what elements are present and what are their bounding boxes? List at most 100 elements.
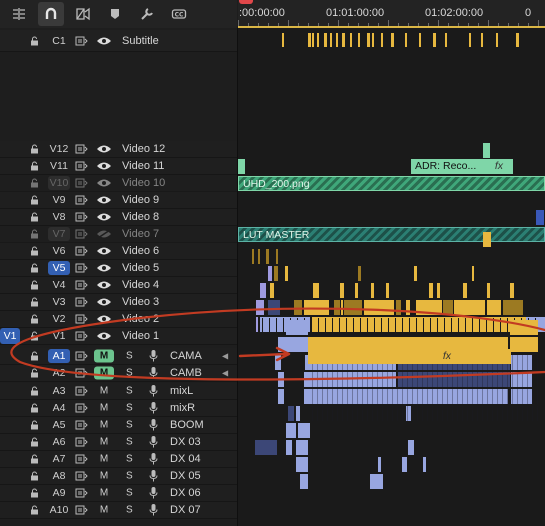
eye-off-icon[interactable] [96,229,112,239]
lock-icon[interactable] [29,331,40,342]
subtitle-clip[interactable] [445,33,447,47]
sync-lock-icon[interactable] [75,212,88,222]
track-name[interactable]: C1 [48,34,70,48]
lock-icon[interactable] [29,351,40,362]
lock-icon[interactable] [29,297,40,308]
audio-clip[interactable] [510,320,538,335]
eye-icon[interactable] [96,246,112,256]
track-name[interactable]: V11 [48,159,70,173]
track-name[interactable]: V1 [48,329,70,343]
video-clip[interactable] [294,300,302,315]
audio-clip[interactable] [402,457,407,472]
video-clip[interactable] [266,249,269,264]
video-clip[interactable] [313,283,319,298]
lock-icon[interactable] [29,437,40,448]
microphone-icon[interactable] [149,453,158,466]
video-clip[interactable] [268,266,272,281]
source-patch-v1[interactable]: V1 [0,328,20,344]
track-name[interactable]: A4 [48,401,70,415]
solo-button[interactable]: S [126,454,133,465]
video-clip[interactable] [274,266,278,281]
track-name[interactable]: V9 [48,193,70,207]
subtitle-clip[interactable] [381,33,383,47]
track-name[interactable]: V12 [48,142,70,156]
subtitle-clip[interactable] [312,33,314,47]
mute-button[interactable]: M [94,366,114,380]
clip-v7-lut[interactable]: LUT MASTER [238,227,545,242]
video-clip[interactable] [341,300,343,315]
track-name[interactable]: V10 [48,176,70,190]
subtitle-clip[interactable] [419,33,421,47]
sync-lock-icon[interactable] [75,403,88,413]
sync-lock-icon[interactable] [75,437,88,447]
track-name[interactable]: A6 [48,435,70,449]
snap-button[interactable] [38,2,64,26]
audio-clip[interactable] [278,372,284,387]
time-ruler[interactable]: :00:00:00 01:01:00:00 01:02:00:00 0 [238,0,545,28]
track-header-a5[interactable]: A5 M S BOOM [0,417,237,434]
subtitle-clip[interactable] [342,33,345,47]
track-name[interactable]: V8 [48,210,70,224]
eye-icon[interactable] [96,178,112,188]
video-clip[interactable] [285,266,288,281]
track-header-v9[interactable]: V9 Video 9 [0,192,237,209]
lock-icon[interactable] [29,35,40,46]
lock-icon[interactable] [29,403,40,414]
mute-button[interactable]: M [94,504,114,517]
mute-button[interactable]: M [94,487,114,500]
video-clip[interactable] [510,283,514,298]
clip-v11-a[interactable] [238,159,245,174]
eye-icon[interactable] [96,144,112,154]
sync-lock-icon[interactable] [75,178,88,188]
video-clip[interactable] [463,283,467,298]
lock-icon[interactable] [29,454,40,465]
subtitle-clip[interactable] [317,33,319,47]
solo-button[interactable]: S [126,386,133,397]
video-clip[interactable] [364,300,394,315]
lock-icon[interactable] [29,314,40,325]
track-header-a1[interactable]: A1 M S CAMA ◀ [0,348,237,365]
track-header-v11[interactable]: V11 Video 11 [0,158,237,175]
video-clip[interactable] [386,283,389,298]
video-clip[interactable] [487,283,490,298]
sync-lock-icon[interactable] [75,505,88,515]
microphone-icon[interactable] [149,350,158,363]
solo-button[interactable]: S [126,403,133,414]
video-clip[interactable] [396,300,401,315]
solo-button[interactable]: S [126,368,133,379]
lock-icon[interactable] [29,195,40,206]
solo-button[interactable]: S [126,488,133,499]
subtitle-clip[interactable] [481,33,483,47]
track-name[interactable]: A1 [48,349,70,363]
track-header-a9[interactable]: A9 M S DX 06 [0,485,237,502]
subtitle-clip[interactable] [324,33,327,47]
lock-icon[interactable] [29,505,40,516]
video-clip[interactable] [487,300,501,315]
subtitle-clip[interactable] [308,33,311,47]
video-clip[interactable] [312,317,532,332]
lock-icon[interactable] [29,263,40,274]
audio-clip[interactable] [510,337,538,352]
add-marker-button[interactable] [102,2,128,26]
microphone-icon[interactable] [149,402,158,415]
sync-lock-icon[interactable] [75,420,88,430]
captions-button[interactable]: CC [166,2,192,26]
track-header-v4[interactable]: V4 Video 4 [0,277,237,294]
sync-lock-icon[interactable] [75,144,88,154]
eye-icon[interactable] [96,314,112,324]
video-clip[interactable] [483,232,491,247]
audio-clip[interactable] [288,406,294,421]
mute-button[interactable]: M [94,402,114,415]
lock-icon[interactable] [29,212,40,223]
track-header-a10[interactable]: A10 M S DX 07 [0,502,237,519]
video-clip[interactable] [340,283,344,298]
track-name[interactable]: A3 [48,384,70,398]
subtitle-clip[interactable] [372,33,374,47]
track-header-a3[interactable]: A3 M SmixL [0,383,237,400]
track-header-v5[interactable]: V5 Video 5 [0,260,237,277]
video-clip[interactable] [260,283,266,298]
clip-a1-main[interactable]: fx [308,349,511,364]
video-clip[interactable] [355,283,358,298]
video-clip[interactable] [276,249,278,264]
eye-icon[interactable] [96,331,112,341]
